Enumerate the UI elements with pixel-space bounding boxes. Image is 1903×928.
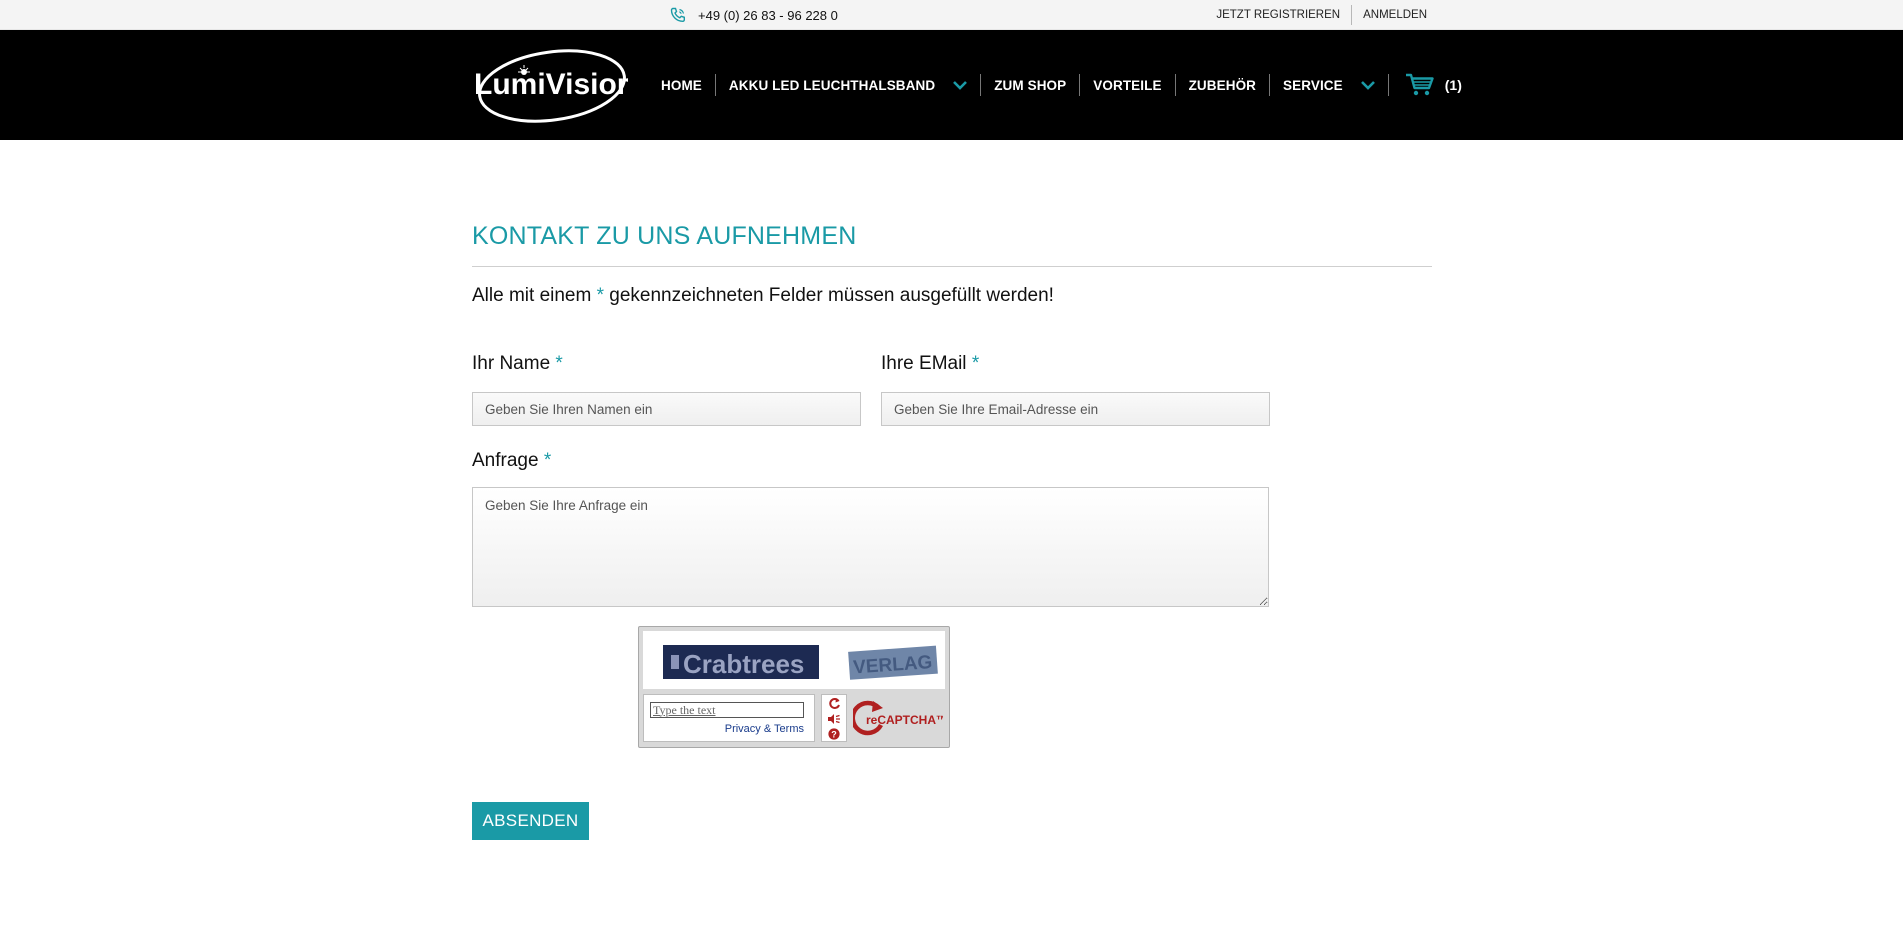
cart-count: (1) [1444, 77, 1462, 93]
nav-vorteile-label: VORTEILE [1093, 77, 1162, 93]
nav-zum-shop[interactable]: ZUM SHOP [981, 78, 1079, 93]
phone-number: +49 (0) 26 83 - 96 228 0 [698, 7, 838, 23]
nav-home-label: HOME [661, 77, 702, 93]
required-note-prefix: Alle mit einem [472, 285, 597, 306]
logo-mark: LumiVision [474, 49, 635, 123]
nav-zubehoer[interactable]: ZUBEHÖR [1176, 78, 1269, 93]
phone-contact[interactable]: +49 (0) 26 83 - 96 228 0 [670, 6, 838, 24]
required-star: * [596, 285, 605, 306]
email-field-group: Ihre EMail * [881, 353, 1270, 426]
nav-service-label: SERVICE [1283, 77, 1343, 93]
request-label-text: Anfrage [472, 450, 544, 471]
required-note-suffix: gekennzeichneten Felder müssen ausgefüll… [604, 285, 1054, 306]
nav-home[interactable]: HOME [648, 78, 715, 93]
name-email-row: Ihr Name * Ihre EMail * [472, 353, 1432, 426]
main-navigation: HOME AKKU LED LEUCHTHALSBAND ZUM SHOP VO… [648, 30, 1462, 140]
captcha-input[interactable] [650, 702, 804, 718]
name-field-group: Ihr Name * [472, 353, 861, 426]
contact-form-section: KONTAKT ZU UNS AUFNEHMEN Alle mit einem … [472, 222, 1432, 840]
recaptcha-logo: reCAPTCHA™ [850, 697, 948, 739]
lumivision-logo[interactable]: LumiVision [472, 48, 635, 124]
main-header: LumiVision HOME AKKU LED LEUCHTHALSBAND … [0, 30, 1903, 140]
audio-icon[interactable] [827, 713, 841, 725]
phone-icon [670, 7, 685, 23]
help-icon[interactable]: ? [828, 727, 840, 740]
captcha-privacy-link[interactable]: Privacy & Terms [725, 723, 804, 735]
name-label-text: Ihr Name [472, 353, 556, 374]
required-fields-note: Alle mit einem * gekennzeichneten Felder… [472, 285, 1432, 307]
shopping-cart-icon [1405, 73, 1434, 96]
recaptcha-widget: Crabtrees VERLAG Privacy & Terms ? reCAP… [638, 626, 950, 748]
recaptcha-logo-text: reCAPTCHA™ [866, 713, 943, 727]
account-links: JETZT REGISTRIEREN ANMELDEN [1216, 0, 1427, 30]
captcha-word-1: Crabtrees [683, 649, 804, 679]
nav-akku-label: AKKU LED LEUCHTHALSBAND [728, 77, 936, 93]
email-label: Ihre EMail * [881, 353, 1270, 377]
page-title: KONTAKT ZU UNS AUFNEHMEN [472, 222, 857, 250]
required-star: * [555, 353, 563, 374]
nav-service[interactable]: SERVICE [1270, 78, 1388, 93]
title-divider [472, 266, 1432, 267]
required-star: * [543, 450, 552, 471]
logo-text: LumiVision [474, 68, 628, 101]
name-label: Ihr Name * [472, 353, 861, 377]
name-input[interactable] [472, 392, 861, 426]
captcha-controls: ? [821, 694, 847, 742]
cart-button[interactable]: (1) [1405, 73, 1462, 97]
required-star: * [971, 353, 980, 374]
nav-vorteile[interactable]: VORTEILE [1080, 78, 1174, 93]
nav-akku-led-leuchthalsband[interactable]: AKKU LED LEUCHTHALSBAND [716, 78, 980, 93]
login-link[interactable]: ANMELDEN [1363, 9, 1427, 21]
link-separator [1351, 5, 1353, 25]
chevron-down-icon[interactable] [953, 80, 968, 90]
request-textarea[interactable] [472, 487, 1269, 607]
captcha-challenge-image: Crabtrees VERLAG [663, 645, 938, 680]
captcha-image: Crabtrees VERLAG [643, 631, 945, 689]
email-label-text: Ihre EMail [881, 353, 972, 374]
svg-text:?: ? [831, 729, 837, 739]
submit-button[interactable]: ABSENDEN [472, 802, 589, 840]
refresh-icon[interactable] [828, 697, 841, 710]
nav-shop-label: ZUM SHOP [994, 77, 1067, 93]
top-utility-bar: +49 (0) 26 83 - 96 228 0 JETZT REGISTRIE… [0, 0, 1903, 30]
nav-separator [1387, 74, 1389, 96]
request-field-group: Anfrage * [472, 450, 1432, 612]
request-label: Anfrage * [472, 450, 1432, 474]
recaptcha-logo-icon: reCAPTCHA™ [850, 700, 948, 736]
captcha-input-area: Privacy & Terms [643, 694, 815, 742]
chevron-down-icon[interactable] [1360, 80, 1375, 90]
nav-zubehoer-label: ZUBEHÖR [1188, 77, 1257, 93]
register-link[interactable]: JETZT REGISTRIEREN [1216, 9, 1340, 21]
email-input[interactable] [881, 392, 1270, 426]
